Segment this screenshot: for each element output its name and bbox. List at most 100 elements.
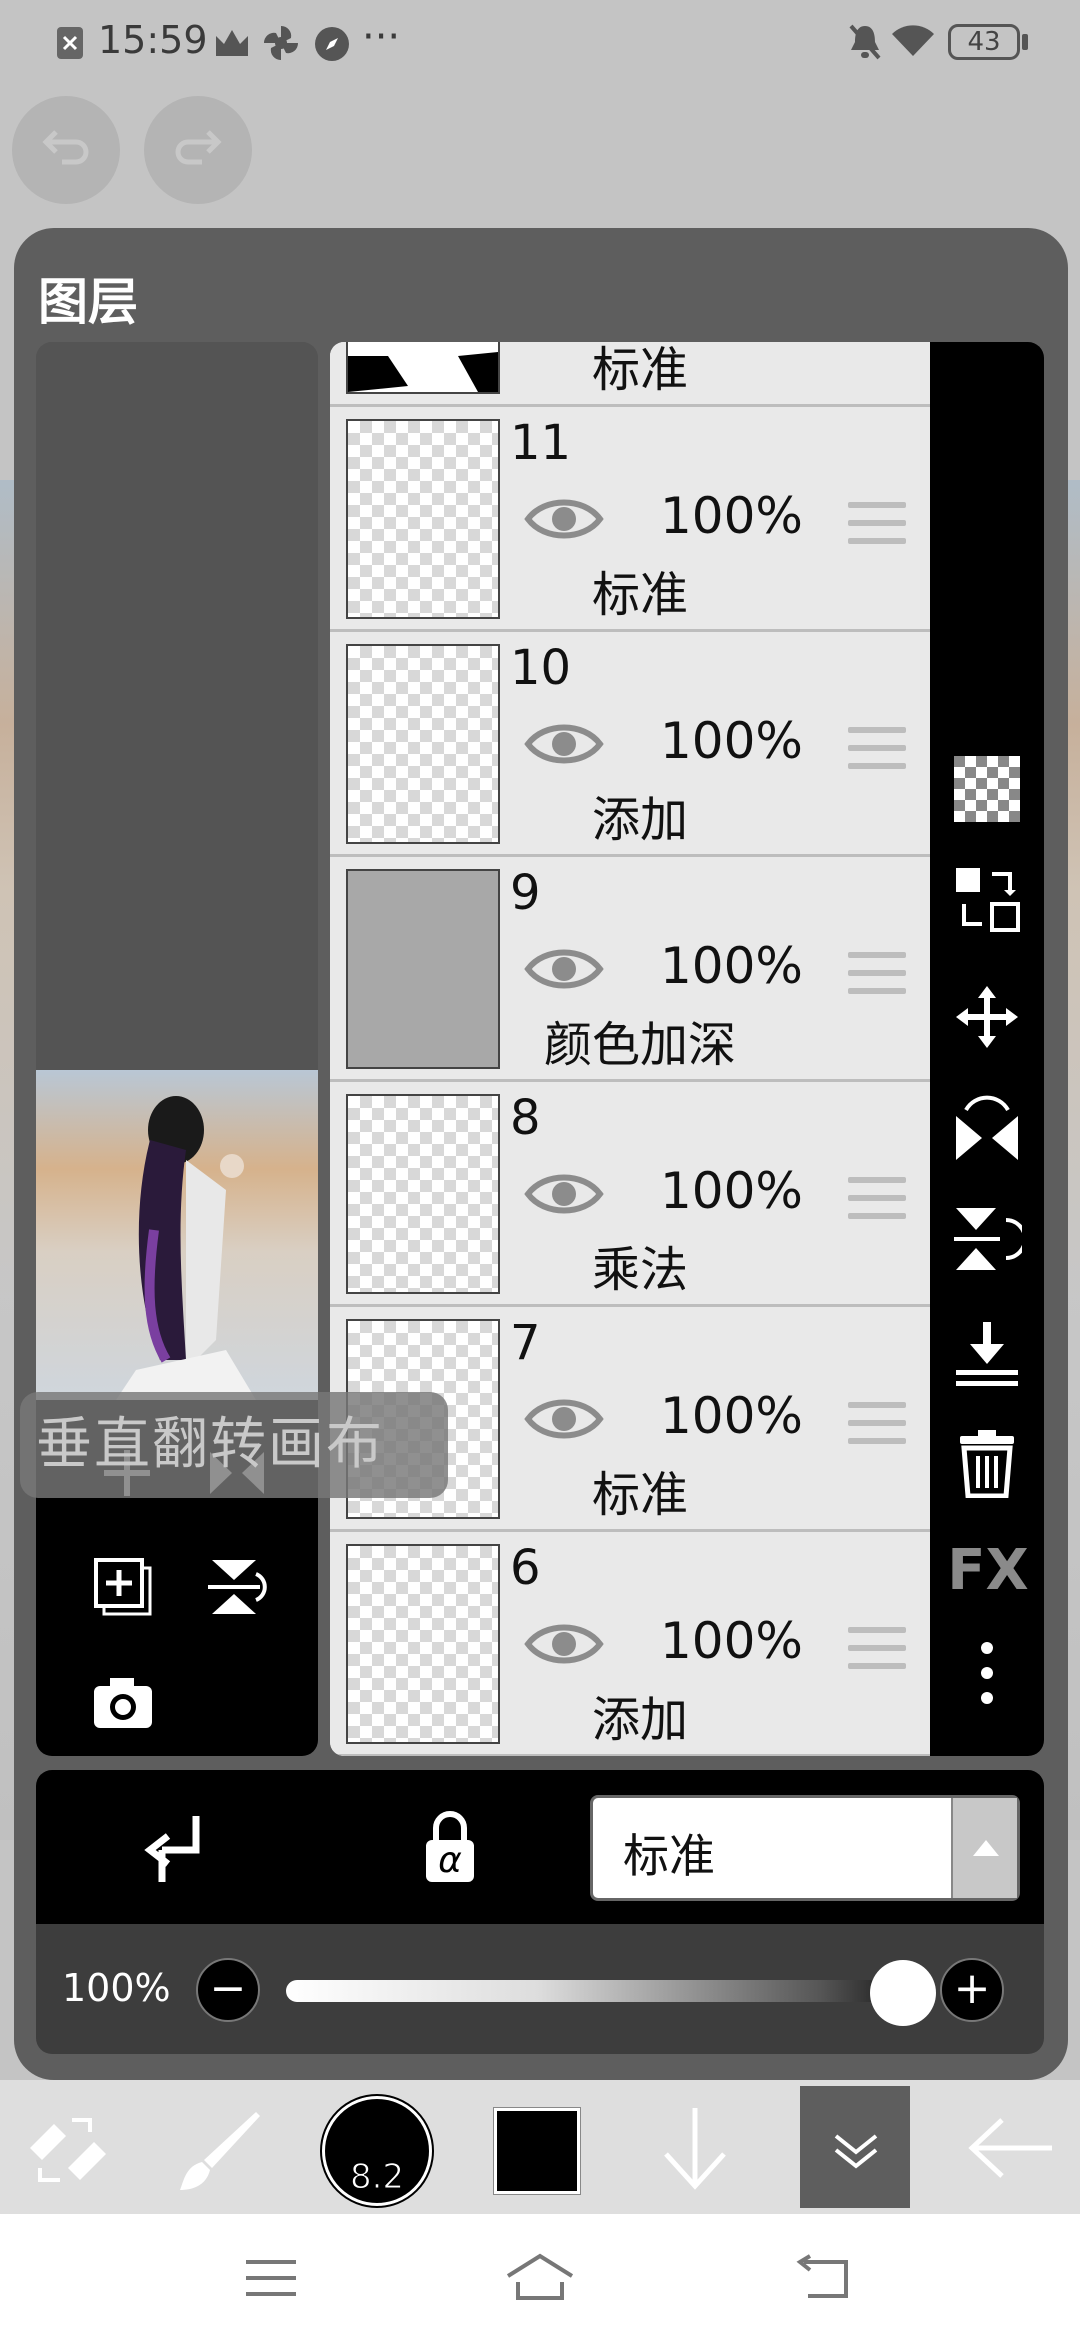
- close-notification-icon: [57, 27, 83, 59]
- status-more: ···: [362, 14, 401, 60]
- layer-number: 11: [510, 415, 572, 471]
- layer-opacity: 100%: [660, 712, 803, 770]
- drag-handle-icon[interactable]: [848, 1177, 906, 1223]
- drag-handle-icon[interactable]: [848, 1627, 906, 1673]
- visibility-eye-icon[interactable]: [524, 1618, 604, 1670]
- layer-thumbnail: [346, 869, 500, 1069]
- undo-icon: [42, 130, 89, 165]
- layer-blend-mode: 添加: [591, 792, 688, 848]
- system-nav-bar: [0, 2214, 1080, 2340]
- undo-button[interactable]: [12, 96, 120, 204]
- back-arrow-icon[interactable]: [966, 2116, 1056, 2180]
- back-icon[interactable]: [796, 2254, 852, 2302]
- layer-number: 10: [510, 640, 572, 696]
- opacity-row: 100% − +: [36, 1924, 1044, 2054]
- layer-opacity: 100%: [660, 1162, 803, 1220]
- visibility-eye-icon[interactable]: [524, 1168, 604, 1220]
- brush-icon[interactable]: [176, 2108, 262, 2192]
- battery-tip: [1022, 34, 1028, 50]
- triangle-up-icon: [973, 1840, 999, 1856]
- layer-number: 6: [510, 1540, 541, 1596]
- drag-handle-icon[interactable]: [848, 727, 906, 773]
- arrow-down-icon[interactable]: [660, 2104, 730, 2192]
- wifi-icon: [892, 25, 934, 56]
- opacity-slider-track[interactable]: [286, 1980, 916, 2002]
- double-chevron-down-icon: [834, 2134, 878, 2169]
- color-swatch[interactable]: [493, 2107, 581, 2195]
- menu-icon[interactable]: [244, 2258, 298, 2298]
- layer-thumbnail: [346, 419, 500, 619]
- visibility-eye-icon[interactable]: [524, 493, 604, 545]
- layer-item[interactable]: 8 100% 乘法: [330, 1082, 930, 1307]
- layer-item[interactable]: 11 100% 标准: [330, 407, 930, 632]
- layer-blend-mode: 乘法: [591, 1242, 688, 1298]
- mute-bell-icon: [849, 24, 881, 60]
- layer-item[interactable]: 9 100% 颜色加深: [330, 857, 930, 1082]
- status-bar: 15:59 ··· 43: [0, 0, 1080, 86]
- drag-handle-icon[interactable]: [848, 952, 906, 998]
- toast-message: 垂直翻转画布: [20, 1392, 448, 1498]
- camera-icon[interactable]: [90, 1670, 156, 1736]
- drag-handle-icon[interactable]: [848, 502, 906, 548]
- layer-item[interactable]: 10 100% 添加: [330, 632, 930, 857]
- battery-indicator: 43: [948, 24, 1020, 60]
- layer-item[interactable]: 标准: [330, 342, 930, 407]
- layer-blend-mode: 标准: [591, 1467, 688, 1523]
- trash-icon[interactable]: [952, 1428, 1022, 1498]
- home-icon[interactable]: [504, 2252, 576, 2302]
- layer-number: 8: [510, 1090, 541, 1146]
- visibility-eye-icon[interactable]: [524, 943, 604, 995]
- merge-down-icon[interactable]: [952, 1318, 1022, 1388]
- preview-empty-area: [36, 342, 318, 1070]
- app-screen: 15:59 ··· 43 图层 标准 11 100% 标准 10 100% 添加…: [0, 0, 1080, 2340]
- visibility-eye-icon[interactable]: [524, 1393, 604, 1445]
- flip-vertical-icon[interactable]: [204, 1554, 270, 1620]
- redo-button[interactable]: [144, 96, 252, 204]
- blend-mode-select[interactable]: 标准: [590, 1795, 1020, 1901]
- canvas-thumbnail[interactable]: [36, 1070, 318, 1400]
- layer-thumbnail: [346, 342, 500, 394]
- opacity-slider-knob[interactable]: [870, 1960, 936, 2026]
- blend-mode-value: 标准: [623, 1829, 715, 1883]
- opacity-minus-button[interactable]: −: [196, 1958, 260, 2022]
- opacity-value: 100%: [62, 1966, 171, 2010]
- layer-opacity: 100%: [660, 1387, 803, 1445]
- clipping-icon[interactable]: [144, 1810, 204, 1886]
- more-vertical-icon[interactable]: [952, 1638, 1022, 1708]
- fan-icon: [263, 25, 299, 61]
- alpha-lock-button[interactable]: α: [420, 1810, 480, 1886]
- brush-size-value: 8.2: [349, 2157, 405, 2198]
- swap-layers-icon[interactable]: [952, 864, 1022, 934]
- layer-item[interactable]: 6 100% 添加: [330, 1532, 930, 1756]
- add-layer-icon[interactable]: [90, 1554, 156, 1620]
- canvas-preview: [36, 342, 318, 1756]
- flip-layer-vertical-icon[interactable]: [952, 1204, 1022, 1274]
- fx-button[interactable]: FX: [938, 1538, 1038, 1603]
- redo-icon: [175, 130, 222, 165]
- layer-number: 9: [510, 865, 541, 921]
- layer-tools-column: FX: [930, 342, 1044, 1756]
- layer-thumbnail: [346, 1544, 500, 1744]
- layer-blend-mode: 标准: [591, 567, 688, 623]
- collapse-panel-button[interactable]: [800, 2086, 910, 2208]
- brush-size-indicator[interactable]: 8.2: [320, 2094, 434, 2208]
- compass-icon: [315, 27, 349, 61]
- layer-opacity: 100%: [660, 937, 803, 995]
- app-toolbar: 8.2: [0, 2080, 1080, 2214]
- drag-handle-icon[interactable]: [848, 1402, 906, 1448]
- transparency-checker-icon[interactable]: [952, 754, 1022, 824]
- layer-list[interactable]: 标准 11 100% 标准 10 100% 添加 9 100% 颜色加深 8 1…: [330, 342, 930, 1756]
- character-silhouette-image: [116, 1096, 256, 1400]
- layer-opacity: 100%: [660, 1612, 803, 1670]
- move-icon[interactable]: [952, 982, 1022, 1052]
- flip-layer-horizontal-icon[interactable]: [952, 1094, 1022, 1164]
- battery-level: 43: [967, 27, 1001, 57]
- layer-blend-mode: 标准: [591, 342, 688, 398]
- visibility-eye-icon[interactable]: [524, 718, 604, 770]
- layer-blend-mode: 颜色加深: [543, 1017, 736, 1073]
- opacity-plus-button[interactable]: +: [940, 1958, 1004, 2022]
- layer-thumbnail-art: [348, 346, 498, 392]
- dropdown-arrow-button[interactable]: [951, 1798, 1017, 1898]
- tool-switch-icon[interactable]: [24, 2108, 108, 2188]
- layer-blend-mode: 添加: [591, 1692, 688, 1748]
